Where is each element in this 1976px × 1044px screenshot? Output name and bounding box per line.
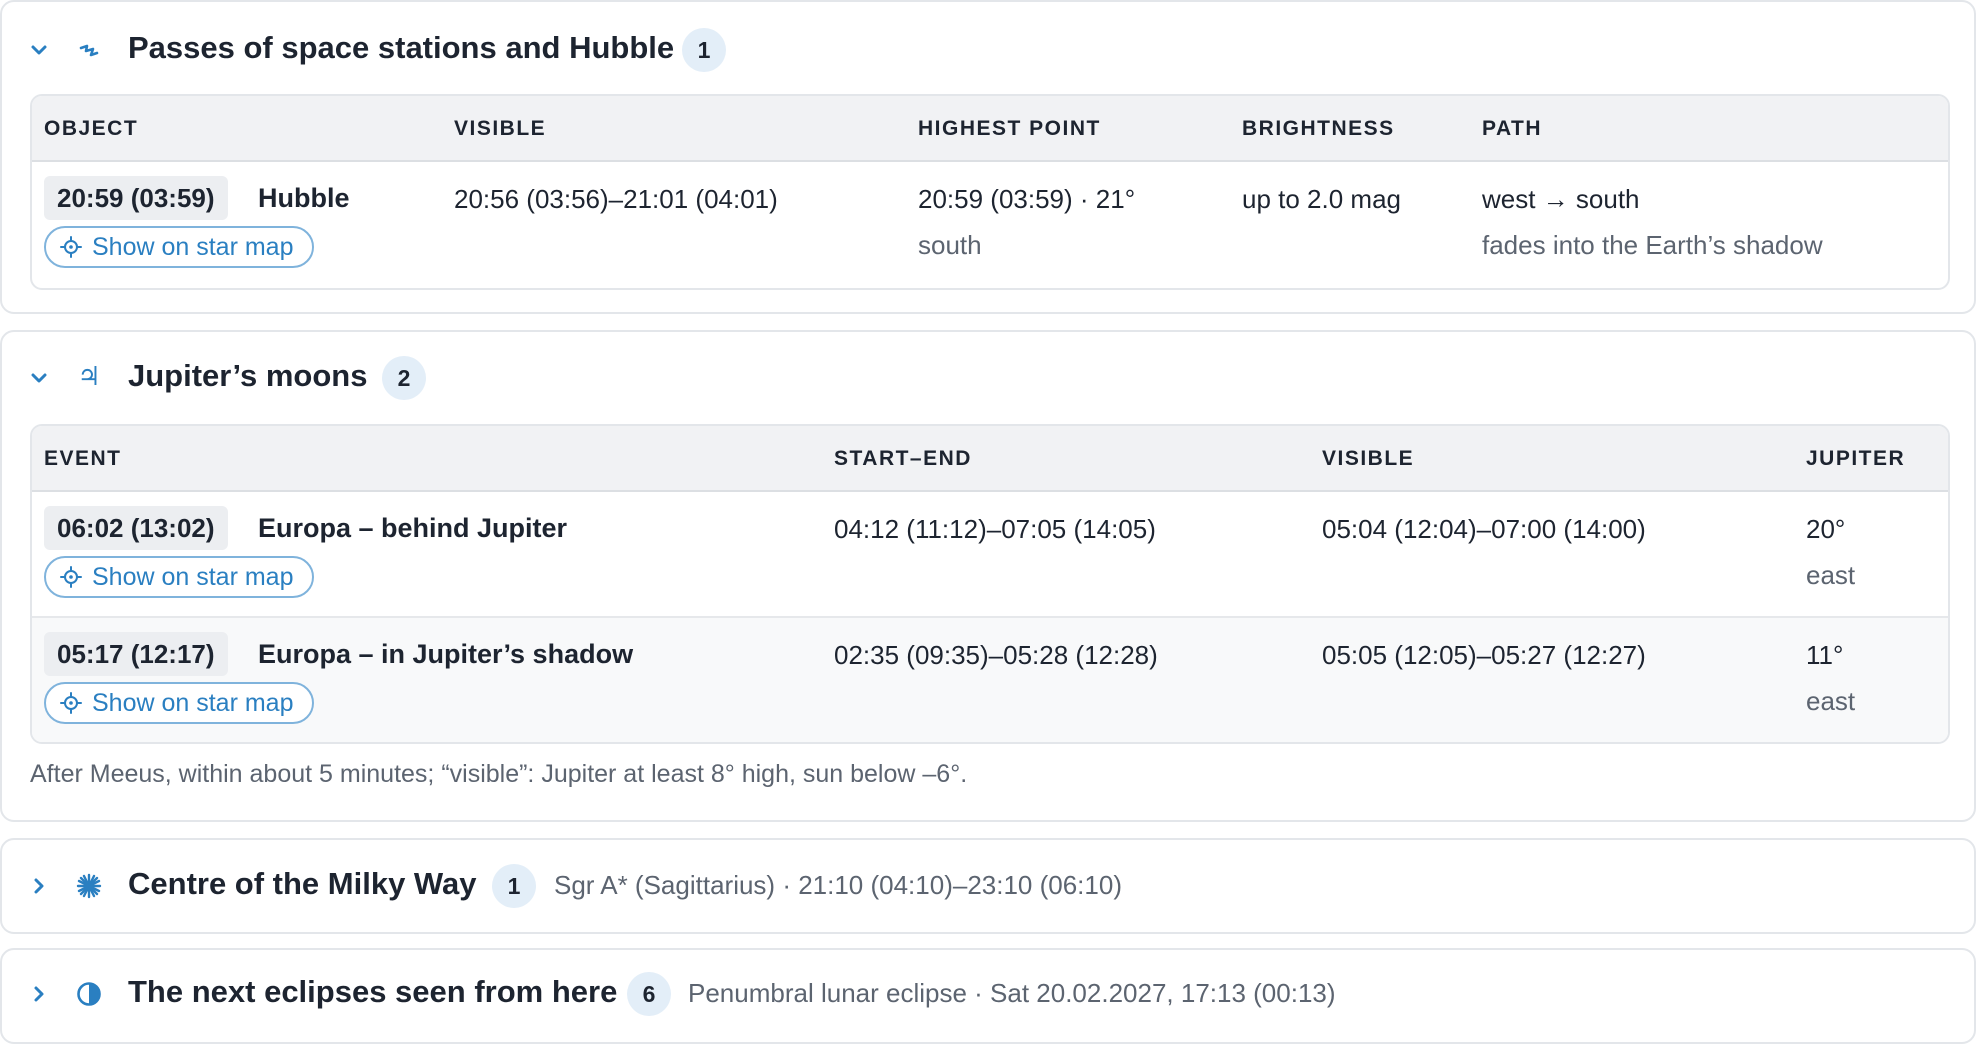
table-row: 05:17 (12:17) Europa – in Jupiter’s shad… — [32, 616, 1948, 742]
table-header: EVENT START–END VISIBLE JUPITER — [32, 426, 1948, 492]
highest-point-direction: south — [918, 230, 982, 260]
eclipses-section-header[interactable]: The next eclipses seen from here 6 Penum… — [2, 966, 1974, 1022]
direction-value: east — [1806, 686, 1856, 716]
direction-value: east — [1806, 560, 1856, 590]
section-title: The next eclipses seen from here — [128, 974, 618, 1009]
section-summary: Sgr A* (Sagittarius) · 21:10 (04:10)–23:… — [554, 870, 1122, 900]
milkyway-section: Centre of the Milky Way 1 Sgr A* (Sagitt… — [0, 838, 1976, 934]
column-header-jupiter: JUPITER — [1806, 447, 1906, 470]
path-note: fades into the Earth’s shadow — [1482, 230, 1823, 260]
passes-section-header[interactable]: Passes of space stations and Hubble 1 — [2, 22, 1974, 78]
half-circle-icon — [74, 979, 104, 1009]
chevron-right-icon[interactable] — [28, 983, 50, 1005]
path-cell: west → south fades into the Earth’s shad… — [1482, 176, 1823, 268]
column-header-path: PATH — [1482, 117, 1543, 140]
table-row: 20:59 (03:59) Hubble Show on star map 20… — [32, 162, 1948, 288]
time-chip: 20:59 (03:59) — [44, 176, 228, 220]
satellite-icon — [74, 35, 104, 65]
count-badge: 6 — [627, 972, 671, 1016]
button-label: Show on star map — [92, 688, 294, 717]
jupiter-section-header[interactable]: ♃ Jupiter’s moons 2 — [2, 350, 1974, 406]
column-header-visible: VISIBLE — [454, 117, 547, 140]
show-on-star-map-button[interactable]: Show on star map — [44, 682, 314, 724]
visible-cell: 05:04 (12:04)–07:00 (14:00) — [1322, 514, 1646, 544]
button-label: Show on star map — [92, 232, 294, 261]
starburst-icon — [74, 871, 104, 901]
crosshair-icon — [60, 236, 82, 258]
passes-table: OBJECT VISIBLE HIGHEST POINT BRIGHTNESS … — [30, 94, 1950, 290]
table-row: 06:02 (13:02) Europa – behind Jupiter Sh… — [32, 492, 1948, 616]
object-name: Hubble — [258, 183, 350, 213]
section-title: Centre of the Milky Way — [128, 866, 477, 901]
eclipses-section: The next eclipses seen from here 6 Penum… — [0, 948, 1976, 1044]
jupiter-position-cell: 11° east — [1806, 632, 1855, 724]
count-badge: 2 — [382, 356, 426, 400]
visible-cell: 20:56 (03:56)–21:01 (04:01) — [454, 184, 778, 214]
column-header-visible: VISIBLE — [1322, 447, 1415, 470]
brightness-cell: up to 2.0 mag — [1242, 184, 1401, 214]
highest-point-value: 20:59 (03:59) · 21° — [918, 184, 1136, 214]
table-header: OBJECT VISIBLE HIGHEST POINT BRIGHTNESS … — [32, 96, 1948, 162]
chevron-right-icon[interactable] — [28, 875, 50, 897]
column-header-start-end: START–END — [834, 447, 972, 470]
start-end-cell: 02:35 (09:35)–05:28 (12:28) — [834, 640, 1158, 670]
crosshair-icon — [60, 692, 82, 714]
section-title: Jupiter’s moons — [128, 358, 368, 393]
chevron-down-icon[interactable] — [28, 39, 50, 61]
jupiter-section: ♃ Jupiter’s moons 2 EVENT START–END VISI… — [0, 330, 1976, 822]
time-chip: 05:17 (12:17) — [44, 632, 228, 676]
show-on-star-map-button[interactable]: Show on star map — [44, 226, 314, 268]
jupiter-symbol-icon: ♃ — [77, 362, 101, 392]
section-summary: Penumbral lunar eclipse · Sat 20.02.2027… — [688, 978, 1336, 1008]
passes-section: Passes of space stations and Hubble 1 OB… — [0, 0, 1976, 314]
path-value: west → south — [1482, 184, 1640, 214]
start-end-cell: 04:12 (11:12)–07:05 (14:05) — [834, 514, 1156, 544]
event-name: Europa – in Jupiter’s shadow — [258, 639, 634, 669]
altitude-value: 11° — [1806, 640, 1844, 670]
highest-point-cell: 20:59 (03:59) · 21° south — [918, 176, 1135, 268]
visible-cell: 05:05 (12:05)–05:27 (12:27) — [1322, 640, 1646, 670]
count-badge: 1 — [682, 28, 726, 72]
column-header-object: OBJECT — [44, 117, 139, 140]
altitude-value: 20° — [1806, 514, 1846, 544]
milkyway-section-header[interactable]: Centre of the Milky Way 1 Sgr A* (Sagitt… — [2, 858, 1974, 914]
chevron-down-icon[interactable] — [28, 367, 50, 389]
crosshair-icon — [60, 566, 82, 588]
jupiter-position-cell: 20° east — [1806, 506, 1855, 598]
column-header-event: EVENT — [44, 447, 122, 470]
time-chip: 06:02 (13:02) — [44, 506, 228, 550]
jupiter-table: EVENT START–END VISIBLE JUPITER 06:02 (1… — [30, 424, 1950, 744]
column-header-highest-point: HIGHEST POINT — [918, 117, 1101, 140]
button-label: Show on star map — [92, 562, 294, 591]
column-header-brightness: BRIGHTNESS — [1242, 117, 1395, 140]
count-badge: 1 — [492, 864, 536, 908]
footnote: After Meeus, within about 5 minutes; “vi… — [30, 760, 968, 788]
event-name: Europa – behind Jupiter — [258, 513, 568, 543]
show-on-star-map-button[interactable]: Show on star map — [44, 556, 314, 598]
section-title: Passes of space stations and Hubble — [128, 30, 675, 65]
